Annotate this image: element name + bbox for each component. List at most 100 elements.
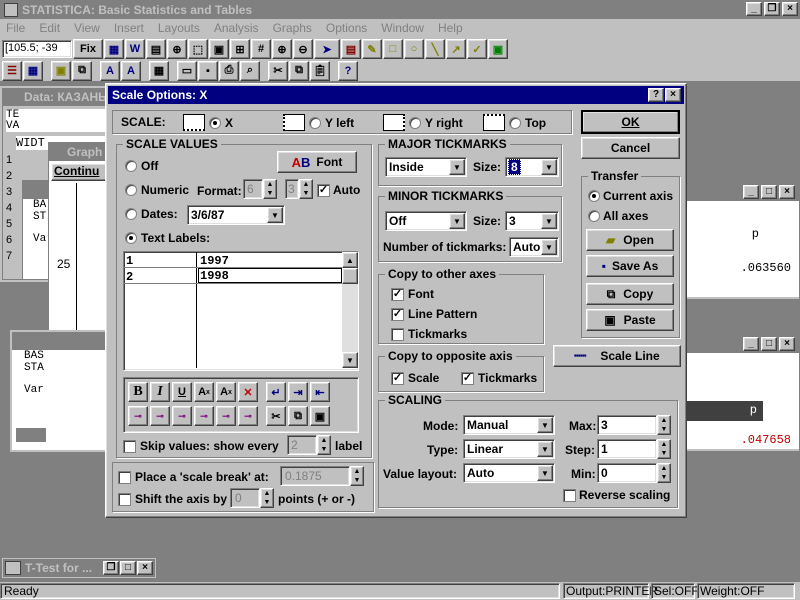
graph-window-icon[interactable]: ▦ <box>149 60 169 81</box>
tick-2-icon[interactable]: ⊸ <box>150 406 170 426</box>
maximize-icon[interactable]: □ <box>761 337 777 351</box>
scroll-sheet-icon[interactable]: ☰ <box>2 60 22 81</box>
tick-3-icon[interactable]: ⊸ <box>172 406 192 426</box>
scale-line-button[interactable]: ┅┅ Scale Line <box>553 345 681 367</box>
menu-graphs[interactable]: Graphs <box>273 21 312 36</box>
min-spinner[interactable]: ▲ ▼ <box>657 463 671 483</box>
fix-button[interactable]: Fix <box>73 39 103 59</box>
insert-sym2-icon[interactable]: ⇤ <box>310 382 330 402</box>
radio-all-axes[interactable]: All axes <box>588 209 648 223</box>
cut-icon[interactable]: ✂ <box>266 406 286 426</box>
minor-style-combo[interactable]: Off ▼ <box>385 211 467 231</box>
text-tool-icon[interactable]: ▤ <box>341 39 361 59</box>
underline-icon[interactable]: U <box>172 382 192 402</box>
close-icon[interactable]: × <box>779 337 795 351</box>
color-icon[interactable]: ▦ <box>23 60 43 81</box>
radio-top[interactable]: Top <box>509 116 546 130</box>
radio-y-left[interactable]: Y left <box>309 116 354 130</box>
min-field[interactable]: 0 <box>597 463 657 483</box>
menu-window[interactable]: Window <box>381 21 424 36</box>
menu-view[interactable]: View <box>74 21 100 36</box>
print-preview-icon[interactable]: ⌕ <box>240 60 260 81</box>
minor-count-combo[interactable]: Auto ▼ <box>509 237 559 257</box>
ok-button[interactable]: OK <box>581 110 680 134</box>
copy-button[interactable]: ⧉ Copy <box>586 283 674 305</box>
layout-icon[interactable]: ▣ <box>51 60 71 81</box>
zoom-in-icon[interactable]: ⊕ <box>272 39 292 59</box>
tick-6-icon[interactable]: ⊸ <box>238 406 258 426</box>
enter-icon[interactable]: ↵ <box>266 382 286 402</box>
opposite-tickmarks-checkbox[interactable]: ✓ Tickmarks <box>461 371 537 385</box>
chevron-down-icon[interactable]: ▼ <box>537 441 553 457</box>
major-style-combo[interactable]: Inside ▼ <box>385 157 467 177</box>
close-icon[interactable]: × <box>137 561 153 575</box>
menu-edit[interactable]: Edit <box>39 21 60 36</box>
help-icon[interactable]: ? <box>648 88 664 102</box>
date-format-combo[interactable]: 3/6/87 ▼ <box>187 205 285 225</box>
shift-axis-checkbox[interactable]: Shift the axis by <box>118 492 227 506</box>
major-size-combo[interactable]: 8 ▼ <box>505 157 559 177</box>
chevron-down-icon[interactable]: ▼ <box>541 239 557 255</box>
format-width-field[interactable]: 6 <box>243 179 263 199</box>
menu-insert[interactable]: Insert <box>114 21 144 36</box>
skip-values-spinner[interactable]: ▲ ▼ <box>317 435 331 455</box>
scale-break-spinner[interactable]: ▲ ▼ <box>350 466 364 486</box>
step-field[interactable]: 1 <box>597 439 657 459</box>
scroll-up-icon[interactable]: ▲ <box>342 252 358 268</box>
ellipse-tool-icon[interactable]: ○ <box>404 39 424 59</box>
cut-icon[interactable]: ✂ <box>268 60 288 81</box>
menu-help[interactable]: Help <box>438 21 463 36</box>
open-button[interactable]: ▰ Open <box>586 229 674 251</box>
pen-tool-icon[interactable]: ✎ <box>362 39 382 59</box>
radio-x[interactable]: X <box>209 116 233 130</box>
print-icon[interactable]: ⎙ <box>219 60 239 81</box>
continue-button[interactable]: Continu <box>51 163 109 181</box>
close-icon[interactable]: × <box>779 185 795 199</box>
radio-y-right[interactable]: Y right <box>409 116 463 130</box>
maximize-icon[interactable]: □ <box>761 185 777 199</box>
minimize-icon[interactable]: _ <box>746 2 762 16</box>
step-spinner[interactable]: ▲ ▼ <box>657 439 671 459</box>
zoom-graph-icon[interactable]: ⊕ <box>167 39 187 59</box>
restore-icon[interactable]: ❐ <box>764 2 780 16</box>
brush-icon[interactable]: ▣ <box>209 39 229 59</box>
subscript-icon[interactable]: Ax <box>194 382 214 402</box>
scale-break-checkbox[interactable]: Place a 'scale break' at: <box>118 470 269 484</box>
check-tool-icon[interactable]: ✓ <box>467 39 487 59</box>
move-icon[interactable]: ⧉ <box>72 60 92 81</box>
format-decimals-field[interactable]: 3 <box>285 179 299 199</box>
copy-font-checkbox[interactable]: ✓ Font <box>391 287 434 301</box>
mode-combo[interactable]: Manual ▼ <box>463 415 555 435</box>
copy-icon[interactable]: ⧉ <box>288 406 308 426</box>
arrow-tool-icon[interactable]: ↗ <box>446 39 466 59</box>
delete-format-icon[interactable]: ✕ <box>238 382 258 402</box>
shift-axis-field[interactable]: 0 <box>230 488 260 508</box>
scroll-down-icon[interactable]: ▼ <box>342 352 358 368</box>
chevron-down-icon[interactable]: ▼ <box>449 213 465 229</box>
close-icon[interactable]: × <box>782 2 798 16</box>
radio-dates[interactable]: Dates: <box>125 207 178 221</box>
menu-layouts[interactable]: Layouts <box>158 21 200 36</box>
ttest-minimized[interactable]: T-Test for ... ❐ □ × <box>2 558 156 578</box>
pointer-icon[interactable]: ➤ <box>314 39 340 59</box>
labels-table[interactable]: 1 1997 2 1998 ▲ ▼ <box>123 251 359 371</box>
menu-analysis[interactable]: Analysis <box>214 21 259 36</box>
bold-icon[interactable]: B <box>128 382 148 402</box>
scale-break-field[interactable]: 0.1875 <box>280 466 350 486</box>
paste-button[interactable]: ▣ Paste <box>586 309 674 331</box>
format-decimals-spinner[interactable]: ▲ ▼ <box>299 179 313 199</box>
tick-5-icon[interactable]: ⊸ <box>216 406 236 426</box>
skip-values-field[interactable]: 2 <box>287 435 317 455</box>
reverse-scaling-checkbox[interactable]: Reverse scaling <box>563 488 670 502</box>
superscript-icon[interactable]: Ax <box>216 382 236 402</box>
grid-icon[interactable]: ▤ <box>146 39 166 59</box>
minor-size-combo[interactable]: 3 ▼ <box>505 211 559 231</box>
shift-axis-spinner[interactable]: ▲ ▼ <box>260 488 274 508</box>
value-layout-combo[interactable]: Auto ▼ <box>463 463 555 483</box>
line-tool-icon[interactable]: ╲ <box>425 39 445 59</box>
skip-values-checkbox[interactable]: Skip values: show every <box>123 439 279 453</box>
save-as-button[interactable]: ▪ Save As <box>586 255 674 277</box>
format-width-spinner[interactable]: ▲ ▼ <box>263 179 277 199</box>
zoom-out-icon[interactable]: ⊖ <box>293 39 313 59</box>
fit-icon[interactable]: ⊞ <box>230 39 250 59</box>
